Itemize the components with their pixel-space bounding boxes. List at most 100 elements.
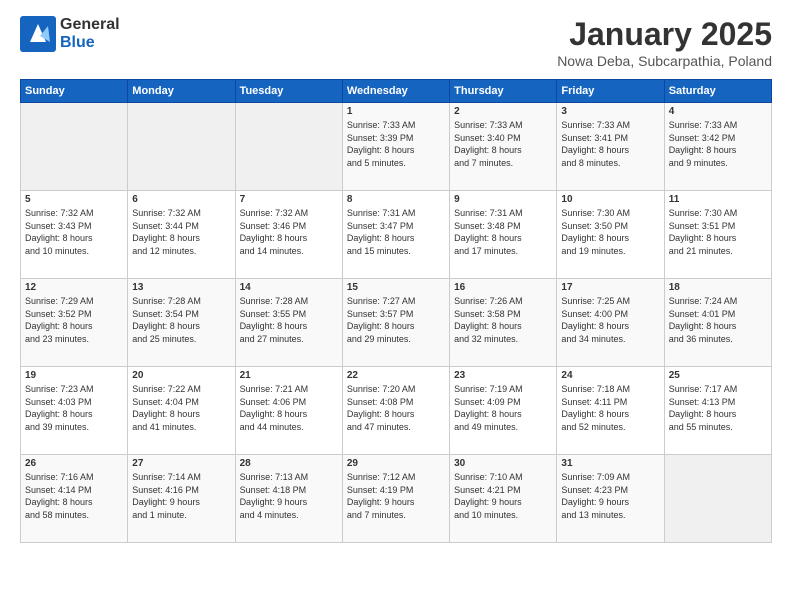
- header: General Blue January 2025 Nowa Deba, Sub…: [20, 16, 772, 69]
- day-number: 27: [132, 458, 230, 469]
- table-row: 2 Sunrise: 7:33 AM Sunset: 3:40 PM Daylig…: [450, 103, 557, 191]
- day-detail: Sunrise: 7:23 AM Sunset: 4:03 PM Dayligh…: [25, 383, 123, 433]
- day-detail: Sunrise: 7:17 AM Sunset: 4:13 PM Dayligh…: [669, 383, 767, 433]
- day-detail: Sunrise: 7:32 AM Sunset: 3:43 PM Dayligh…: [25, 207, 123, 257]
- calendar-week-row: 5Sunrise: 7:32 AM Sunset: 3:43 PM Daylig…: [21, 191, 772, 279]
- header-friday: Friday: [557, 80, 664, 103]
- table-row: 10 Sunrise: 7:30 AM Sunset: 3:50 PM Dayli…: [557, 191, 664, 279]
- day-detail: Sunrise: 7:22 AM Sunset: 4:04 PM Dayligh…: [132, 383, 230, 433]
- logo-blue: Blue: [60, 34, 95, 51]
- table-row: 4 Sunrise: 7:33 AM Sunset: 3:42 PM Daylig…: [664, 103, 771, 191]
- logo-general: General: [60, 16, 120, 33]
- header-sunday: Sunday: [21, 80, 128, 103]
- table-row: [664, 455, 771, 543]
- table-row: 18 Sunrise: 7:24 AM Sunset: 4:01 PM Dayli…: [664, 279, 771, 367]
- table-row: 14 Sunrise: 7:28 AM Sunset: 3:55 PM Dayli…: [235, 279, 342, 367]
- day-number: 26: [25, 458, 123, 469]
- logo: General Blue: [20, 16, 120, 52]
- table-row: 19 Sunrise: 7:23 AM Sunset: 4:03 PM Dayli…: [21, 367, 128, 455]
- table-row: 22 Sunrise: 7:20 AM Sunset: 4:08 PM Dayli…: [342, 367, 449, 455]
- table-row: 31 Sunrise: 7:09 AM Sunset: 4:23 PM Dayli…: [557, 455, 664, 543]
- header-saturday: Saturday: [664, 80, 771, 103]
- day-number: 2: [454, 106, 552, 117]
- header-thursday: Thursday: [450, 80, 557, 103]
- day-detail: Sunrise: 7:32 AM Sunset: 3:44 PM Dayligh…: [132, 207, 230, 257]
- calendar-week-row: 19 Sunrise: 7:23 AM Sunset: 4:03 PM Dayli…: [21, 367, 772, 455]
- table-row: 27 Sunrise: 7:14 AM Sunset: 4:16 PM Dayli…: [128, 455, 235, 543]
- day-number: 4: [669, 106, 767, 117]
- table-row: 20Sunrise: 7:22 AM Sunset: 4:04 PM Dayli…: [128, 367, 235, 455]
- day-detail: Sunrise: 7:09 AM Sunset: 4:23 PM Dayligh…: [561, 471, 659, 521]
- day-detail: Sunrise: 7:26 AM Sunset: 3:58 PM Dayligh…: [454, 295, 552, 345]
- table-row: [128, 103, 235, 191]
- month-title: January 2025: [557, 16, 772, 53]
- day-number: 24: [561, 370, 659, 381]
- day-detail: Sunrise: 7:10 AM Sunset: 4:21 PM Dayligh…: [454, 471, 552, 521]
- day-detail: Sunrise: 7:32 AM Sunset: 3:46 PM Dayligh…: [240, 207, 338, 257]
- table-row: 8Sunrise: 7:31 AM Sunset: 3:47 PM Daylig…: [342, 191, 449, 279]
- table-row: 1Sunrise: 7:33 AM Sunset: 3:39 PM Daylig…: [342, 103, 449, 191]
- header-tuesday: Tuesday: [235, 80, 342, 103]
- day-number: 7: [240, 194, 338, 205]
- day-detail: Sunrise: 7:33 AM Sunset: 3:39 PM Dayligh…: [347, 119, 445, 169]
- day-detail: Sunrise: 7:28 AM Sunset: 3:54 PM Dayligh…: [132, 295, 230, 345]
- calendar-week-row: 1Sunrise: 7:33 AM Sunset: 3:39 PM Daylig…: [21, 103, 772, 191]
- logo-text: General Blue: [60, 16, 120, 52]
- day-number: 31: [561, 458, 659, 469]
- day-number: 3: [561, 106, 659, 117]
- table-row: 25 Sunrise: 7:17 AM Sunset: 4:13 PM Dayli…: [664, 367, 771, 455]
- table-row: 30 Sunrise: 7:10 AM Sunset: 4:21 PM Dayli…: [450, 455, 557, 543]
- page: General Blue January 2025 Nowa Deba, Sub…: [0, 0, 792, 553]
- table-row: 16 Sunrise: 7:26 AM Sunset: 3:58 PM Dayli…: [450, 279, 557, 367]
- day-number: 28: [240, 458, 338, 469]
- day-number: 10: [561, 194, 659, 205]
- day-detail: Sunrise: 7:16 AM Sunset: 4:14 PM Dayligh…: [25, 471, 123, 521]
- table-row: 24Sunrise: 7:18 AM Sunset: 4:11 PM Dayli…: [557, 367, 664, 455]
- day-detail: Sunrise: 7:25 AM Sunset: 4:00 PM Dayligh…: [561, 295, 659, 345]
- table-row: 12Sunrise: 7:29 AM Sunset: 3:52 PM Dayli…: [21, 279, 128, 367]
- location-title: Nowa Deba, Subcarpathia, Poland: [557, 53, 772, 69]
- table-row: [21, 103, 128, 191]
- calendar-table: Sunday Monday Tuesday Wednesday Thursday…: [20, 79, 772, 543]
- day-detail: Sunrise: 7:29 AM Sunset: 3:52 PM Dayligh…: [25, 295, 123, 345]
- table-row: 21Sunrise: 7:21 AM Sunset: 4:06 PM Dayli…: [235, 367, 342, 455]
- day-number: 22: [347, 370, 445, 381]
- day-number: 25: [669, 370, 767, 381]
- day-detail: Sunrise: 7:31 AM Sunset: 3:47 PM Dayligh…: [347, 207, 445, 257]
- day-detail: Sunrise: 7:33 AM Sunset: 3:41 PM Dayligh…: [561, 119, 659, 169]
- day-number: 16: [454, 282, 552, 293]
- table-row: 6 Sunrise: 7:32 AM Sunset: 3:44 PM Daylig…: [128, 191, 235, 279]
- day-number: 11: [669, 194, 767, 205]
- title-area: January 2025 Nowa Deba, Subcarpathia, Po…: [557, 16, 772, 69]
- day-detail: Sunrise: 7:30 AM Sunset: 3:50 PM Dayligh…: [561, 207, 659, 257]
- day-detail: Sunrise: 7:24 AM Sunset: 4:01 PM Dayligh…: [669, 295, 767, 345]
- day-detail: Sunrise: 7:33 AM Sunset: 3:40 PM Dayligh…: [454, 119, 552, 169]
- day-number: 6: [132, 194, 230, 205]
- day-detail: Sunrise: 7:28 AM Sunset: 3:55 PM Dayligh…: [240, 295, 338, 345]
- day-detail: Sunrise: 7:20 AM Sunset: 4:08 PM Dayligh…: [347, 383, 445, 433]
- table-row: 23Sunrise: 7:19 AM Sunset: 4:09 PM Dayli…: [450, 367, 557, 455]
- table-row: 28 Sunrise: 7:13 AM Sunset: 4:18 PM Dayli…: [235, 455, 342, 543]
- day-detail: Sunrise: 7:14 AM Sunset: 4:16 PM Dayligh…: [132, 471, 230, 521]
- day-detail: Sunrise: 7:27 AM Sunset: 3:57 PM Dayligh…: [347, 295, 445, 345]
- logo-icon: [20, 16, 56, 52]
- day-detail: Sunrise: 7:21 AM Sunset: 4:06 PM Dayligh…: [240, 383, 338, 433]
- header-monday: Monday: [128, 80, 235, 103]
- table-row: 26 Sunrise: 7:16 AM Sunset: 4:14 PM Dayli…: [21, 455, 128, 543]
- day-detail: Sunrise: 7:13 AM Sunset: 4:18 PM Dayligh…: [240, 471, 338, 521]
- day-number: 14: [240, 282, 338, 293]
- day-number: 19: [25, 370, 123, 381]
- header-wednesday: Wednesday: [342, 80, 449, 103]
- table-row: 13Sunrise: 7:28 AM Sunset: 3:54 PM Dayli…: [128, 279, 235, 367]
- table-row: 15 Sunrise: 7:27 AM Sunset: 3:57 PM Dayli…: [342, 279, 449, 367]
- day-number: 30: [454, 458, 552, 469]
- day-number: 15: [347, 282, 445, 293]
- calendar-week-row: 12Sunrise: 7:29 AM Sunset: 3:52 PM Dayli…: [21, 279, 772, 367]
- table-row: 3 Sunrise: 7:33 AM Sunset: 3:41 PM Daylig…: [557, 103, 664, 191]
- day-detail: Sunrise: 7:19 AM Sunset: 4:09 PM Dayligh…: [454, 383, 552, 433]
- table-row: 7 Sunrise: 7:32 AM Sunset: 3:46 PM Daylig…: [235, 191, 342, 279]
- day-number: 18: [669, 282, 767, 293]
- calendar-week-row: 26 Sunrise: 7:16 AM Sunset: 4:14 PM Dayli…: [21, 455, 772, 543]
- day-detail: Sunrise: 7:33 AM Sunset: 3:42 PM Dayligh…: [669, 119, 767, 169]
- table-row: [235, 103, 342, 191]
